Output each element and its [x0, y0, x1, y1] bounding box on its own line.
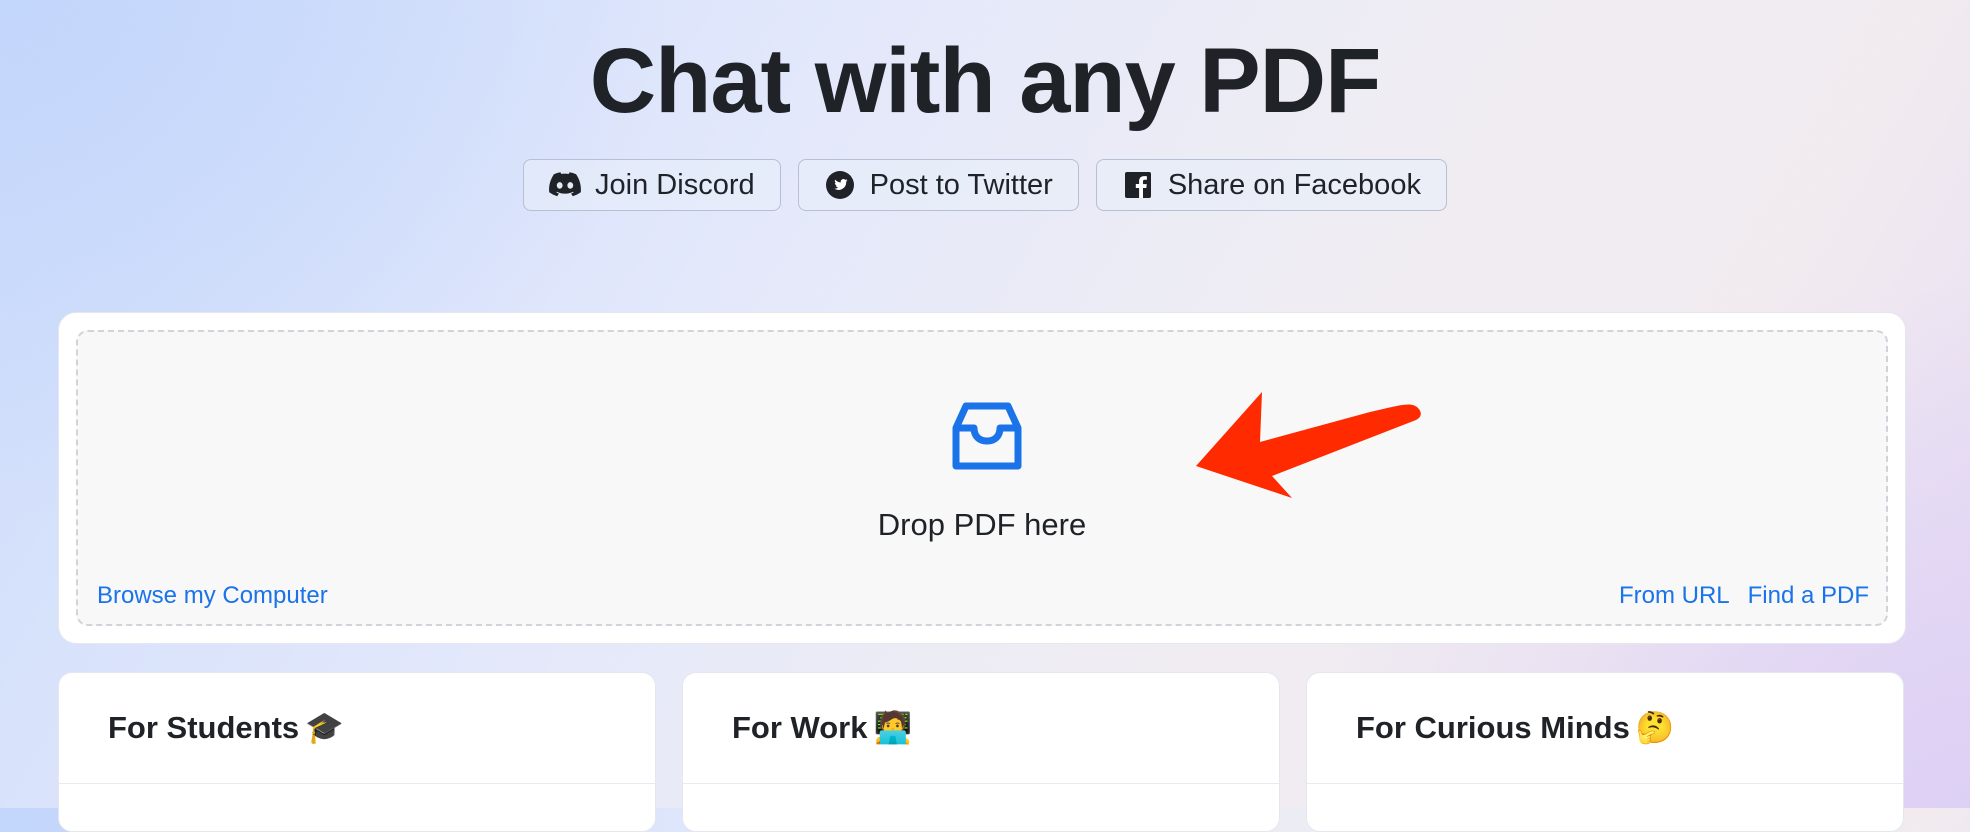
upload-card: Drop PDF here Browse my Computer From UR…	[58, 312, 1906, 644]
use-case-cards: For Students 🎓 For Work 🧑‍💻 For Curious Mi…	[58, 672, 1904, 832]
page-title: Chat with any PDF	[589, 30, 1382, 132]
card-divider	[59, 783, 655, 784]
share-on-facebook-button[interactable]: Share on Facebook	[1095, 159, 1447, 211]
drop-pdf-label: Drop PDF here	[877, 507, 1087, 542]
card-work[interactable]: For Work 🧑‍💻	[682, 672, 1280, 832]
post-to-twitter-button[interactable]: Post to Twitter	[797, 159, 1079, 211]
card-title: For Curious Minds 🤔	[1356, 709, 1674, 746]
card-title-text: For Students	[108, 710, 300, 745]
card-title-text: For Work	[732, 710, 868, 745]
share-on-facebook-label: Share on Facebook	[1167, 168, 1421, 201]
card-title: For Students 🎓	[108, 709, 344, 746]
arrow-icon	[1190, 392, 1422, 504]
card-divider	[1307, 783, 1903, 784]
thinking-face-icon: 🤔	[1635, 710, 1675, 746]
from-url-link[interactable]: From URL	[1619, 582, 1730, 610]
join-discord-button[interactable]: Join Discord	[523, 159, 781, 211]
card-students[interactable]: For Students 🎓	[58, 672, 656, 832]
discord-icon	[549, 169, 581, 201]
card-title-text: For Curious Minds	[1356, 710, 1630, 745]
technologist-icon: 🧑‍💻	[873, 710, 913, 746]
twitter-icon	[824, 169, 856, 201]
inbox-icon	[950, 400, 1024, 474]
browse-computer-link[interactable]: Browse my Computer	[97, 582, 328, 610]
source-links: From URL Find a PDF	[1619, 582, 1869, 610]
facebook-icon	[1122, 169, 1154, 201]
find-pdf-link[interactable]: Find a PDF	[1748, 582, 1869, 610]
post-to-twitter-label: Post to Twitter	[869, 168, 1053, 201]
graduation-cap-icon: 🎓	[305, 710, 344, 746]
card-divider	[683, 783, 1279, 784]
card-curious-minds[interactable]: For Curious Minds 🤔	[1306, 672, 1904, 832]
join-discord-label: Join Discord	[595, 168, 755, 201]
share-buttons: Join Discord Post to Twitter Share on Fa…	[0, 159, 1970, 211]
card-title: For Work 🧑‍💻	[732, 709, 912, 746]
pdf-dropzone[interactable]: Drop PDF here Browse my Computer From UR…	[76, 330, 1888, 626]
